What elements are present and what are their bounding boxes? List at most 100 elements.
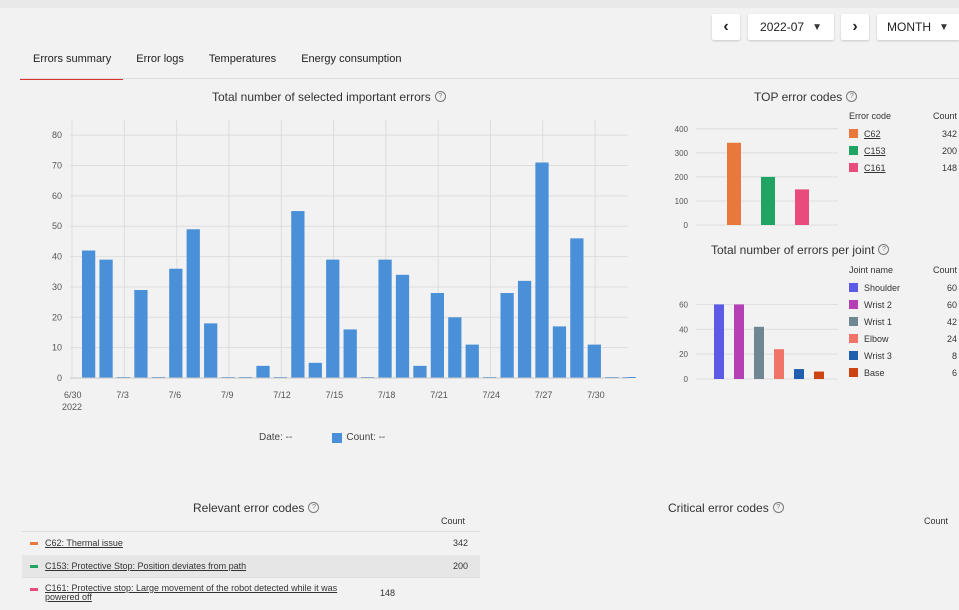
main-chart-footer: Date: -- Count: -- <box>259 432 385 443</box>
main-chart-title: Total number of selected important error… <box>212 90 446 104</box>
legend-count: 24 <box>946 333 957 344</box>
x-tick-sublabel: 2022 <box>62 402 82 412</box>
joint-chart-title-text: Total number of errors per joint <box>711 243 875 257</box>
error-code-link[interactable]: C153: Protective Stop: Position deviates… <box>45 561 428 571</box>
legend-item: Wrist 1 42 <box>849 313 957 330</box>
table-row[interactable]: C161: Protective stop: Large movement of… <box>22 580 480 606</box>
bar <box>448 317 462 378</box>
period-select[interactable]: 2022-07 ▼ <box>748 14 834 40</box>
tab-errors-summary[interactable]: Errors summary <box>20 45 124 80</box>
legend-swatch <box>849 129 858 138</box>
chevron-down-icon: ▼ <box>812 21 822 33</box>
critical-count-header: Count <box>924 516 949 526</box>
legend-label: Wrist 2 <box>864 299 892 310</box>
y-tick-label: 100 <box>675 197 689 206</box>
legend-label[interactable]: C161 <box>864 163 942 173</box>
bar <box>378 259 392 378</box>
y-tick-label: 0 <box>684 375 689 384</box>
bar <box>395 274 410 378</box>
x-tick-label: 7/6 <box>169 390 182 400</box>
bar <box>169 268 183 378</box>
error-count: 200 <box>452 561 468 571</box>
legend-item: Wrist 2 60 <box>849 296 957 313</box>
y-tick-label: 80 <box>52 130 62 140</box>
x-tick-label: 7/27 <box>535 390 553 400</box>
granularity-value: MONTH <box>887 20 932 34</box>
relevant-errors-title: Relevant error codes? <box>193 501 320 515</box>
legend-label[interactable]: C153 <box>864 146 942 156</box>
legend-label[interactable]: C62 <box>864 129 942 139</box>
granularity-select[interactable]: MONTH ▼ <box>877 14 959 40</box>
table-row[interactable]: C153: Protective Stop: Position deviates… <box>22 555 480 577</box>
legend-item: Wrist 3 8 <box>849 347 957 364</box>
previous-period-button[interactable]: ‹ <box>712 14 740 40</box>
legend-item[interactable]: C62 342 <box>849 125 957 142</box>
help-icon[interactable]: ? <box>878 244 890 255</box>
legend-count: 60 <box>946 299 957 310</box>
legend-swatch <box>849 317 858 326</box>
error-color-marker <box>30 564 38 568</box>
critical-errors-title-text: Critical error codes <box>668 501 769 515</box>
legend-item[interactable]: C161 148 <box>849 159 957 176</box>
bar <box>465 344 479 378</box>
legend-item[interactable]: C153 200 <box>849 142 957 159</box>
legend-item: Elbow 24 <box>849 330 957 347</box>
y-tick-label: 60 <box>679 300 688 309</box>
top-errors-legend: Error code Count C62 342 C153 200 C161 148 <box>849 111 957 176</box>
error-color-marker <box>30 541 38 545</box>
bar <box>500 293 514 378</box>
table-divider <box>22 577 480 578</box>
relevant-count-header: Count <box>441 516 466 526</box>
bar <box>82 250 96 378</box>
tab-energy-consumption[interactable]: Energy consumption <box>288 45 413 78</box>
tab-temperatures[interactable]: Temperatures <box>196 45 288 78</box>
y-tick-label: 70 <box>52 161 62 171</box>
y-tick-label: 0 <box>57 373 62 383</box>
legend-header-count: Count <box>932 265 957 275</box>
bar <box>308 362 322 378</box>
help-icon[interactable]: ? <box>846 91 858 102</box>
legend-swatch <box>849 334 858 343</box>
bar <box>256 365 270 378</box>
error-code-link[interactable]: C161: Protective stop: Large movement of… <box>45 584 355 602</box>
legend-label: Wrist 1 <box>864 316 892 327</box>
joint-errors-bar-chart: 0 20 40 60 <box>679 300 838 384</box>
bar <box>761 176 775 225</box>
legend-swatch <box>849 351 858 360</box>
error-code-link[interactable]: C62: Thermal issue <box>45 538 428 548</box>
bar <box>814 371 824 379</box>
bar <box>204 323 218 378</box>
help-icon[interactable]: ? <box>434 91 446 102</box>
legend-label: Elbow <box>864 333 889 344</box>
top-errors-title: TOP error codes? <box>754 90 858 104</box>
bar <box>795 189 809 225</box>
bar <box>430 293 445 378</box>
x-tick-label: 7/3 <box>116 390 129 400</box>
bar <box>134 289 148 378</box>
joint-chart-title: Total number of errors per joint? <box>711 243 890 257</box>
next-period-button[interactable]: › <box>841 14 869 40</box>
bar <box>587 344 601 378</box>
legend-count: 60 <box>946 282 957 293</box>
bar <box>413 365 427 378</box>
y-tick-label: 50 <box>52 221 62 231</box>
bar <box>535 162 549 378</box>
tab-error-logs[interactable]: Error logs <box>123 45 196 78</box>
legend-label: Wrist 3 <box>864 350 892 361</box>
x-tick-label: 7/30 <box>587 390 605 400</box>
legend-swatch <box>849 368 858 377</box>
legend-count: 200 <box>941 145 957 156</box>
legend-header: Joint name Count <box>849 265 957 275</box>
bar <box>343 329 357 378</box>
table-row[interactable]: C62: Thermal issue 342 <box>22 532 480 554</box>
help-icon[interactable]: ? <box>772 502 784 513</box>
legend-swatch <box>849 300 858 309</box>
bar <box>291 211 305 378</box>
y-tick-label: 10 <box>52 343 62 353</box>
help-icon[interactable]: ? <box>308 502 320 513</box>
critical-errors-title: Critical error codes? <box>668 501 784 515</box>
bar <box>794 369 804 379</box>
chevron-right-icon: › <box>852 18 858 35</box>
error-color-marker <box>30 588 38 591</box>
bar <box>774 349 784 379</box>
